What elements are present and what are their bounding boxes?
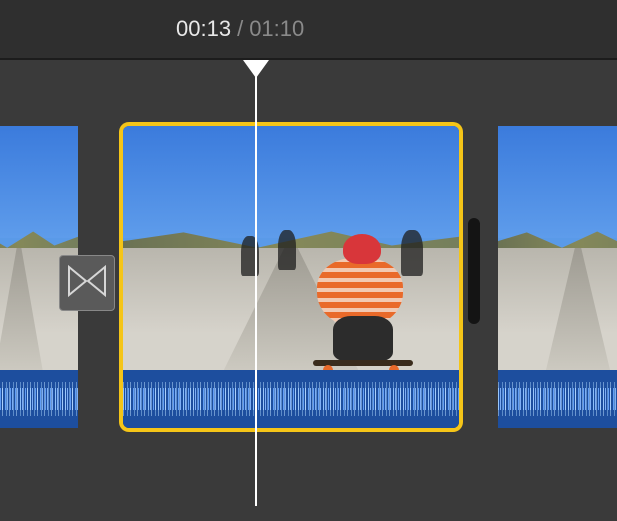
transition-marker[interactable] xyxy=(59,255,115,311)
timeline-clip[interactable] xyxy=(498,126,617,428)
audio-waveform[interactable] xyxy=(498,370,617,428)
clip-thumbnail xyxy=(0,126,78,370)
playhead-line[interactable] xyxy=(255,76,257,506)
clip-thumbnail xyxy=(498,126,617,370)
audio-waveform[interactable] xyxy=(0,370,78,428)
audio-waveform[interactable] xyxy=(123,370,459,428)
clip-edge-handle[interactable] xyxy=(468,218,480,324)
time-separator: / xyxy=(237,16,243,42)
timeline-clip-selected[interactable] xyxy=(123,126,459,428)
current-time: 00:13 xyxy=(176,16,231,42)
clip-thumbnail xyxy=(123,126,459,370)
total-time: 01:10 xyxy=(249,16,304,42)
time-display: 00:13 / 01:10 xyxy=(0,0,617,60)
crossfade-icon xyxy=(67,261,107,306)
